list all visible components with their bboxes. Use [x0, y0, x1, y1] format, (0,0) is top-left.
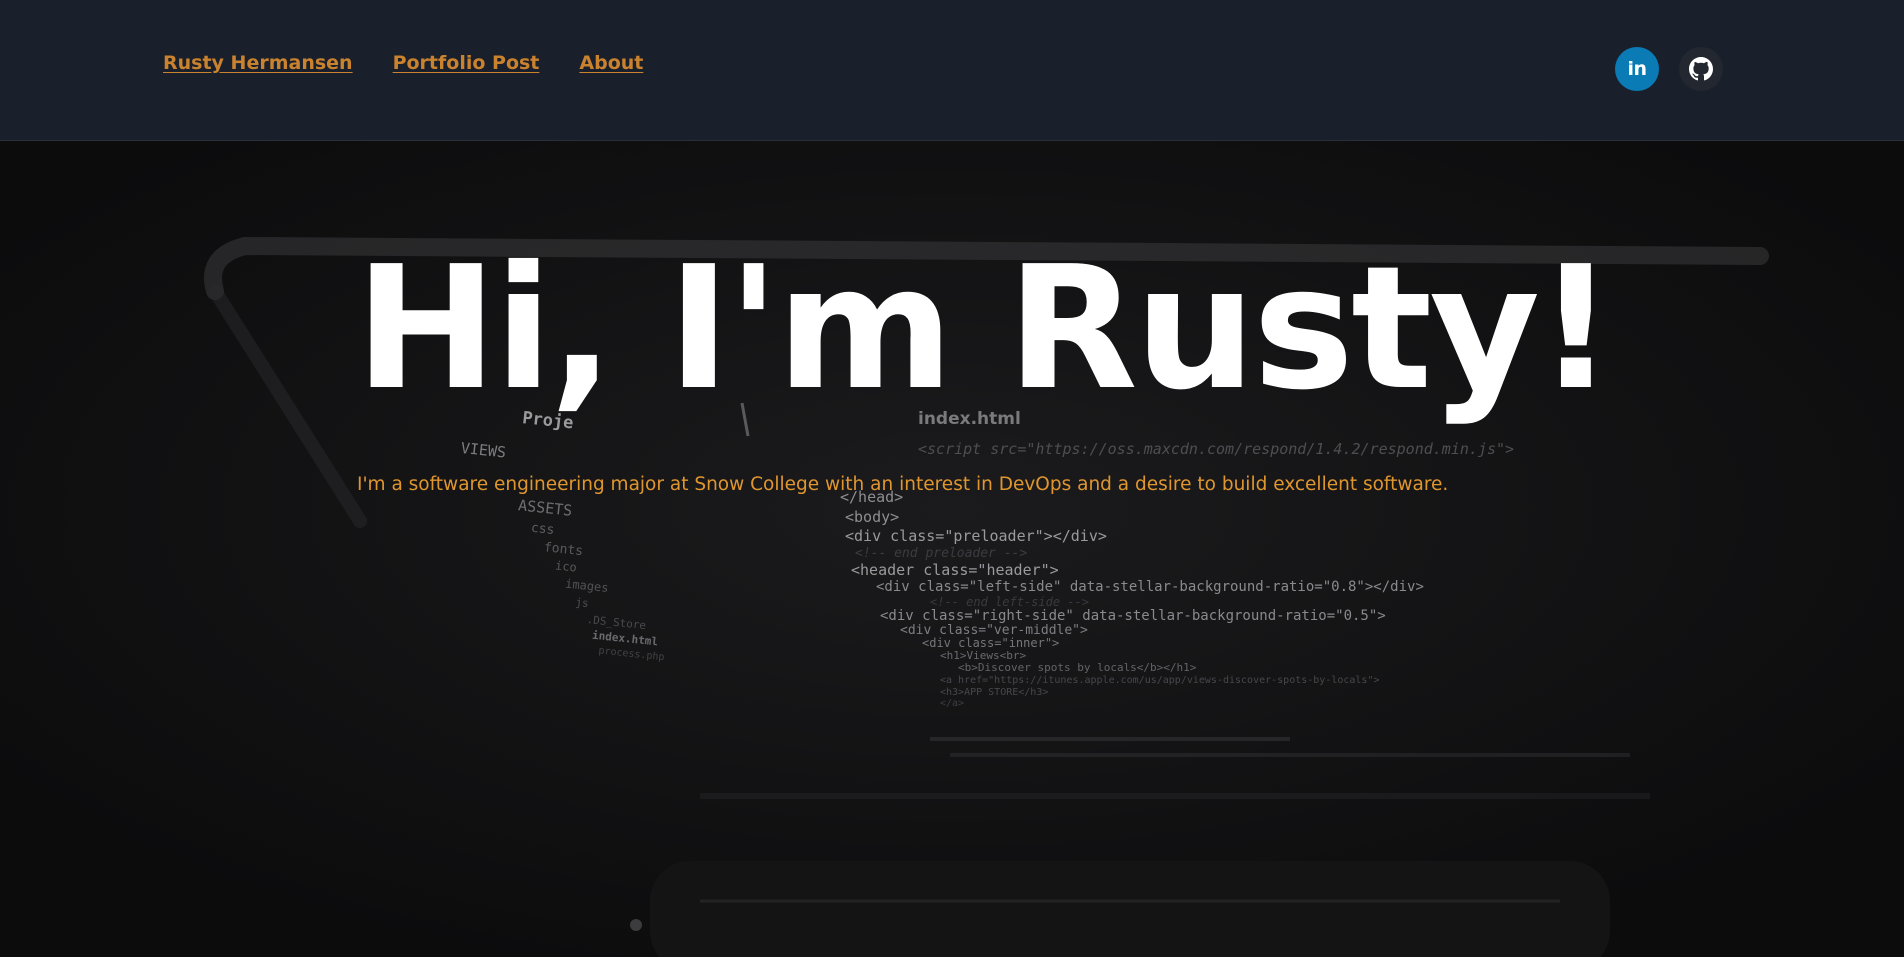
bg-code-line: <body>	[845, 508, 899, 526]
hero-title: Hi, I'm Rusty!	[355, 230, 1615, 428]
github-link[interactable]	[1679, 47, 1723, 91]
bg-code-line: <div class="right-side" data-stellar-bac…	[880, 608, 1386, 624]
bg-sidebar-ico: ico	[554, 558, 577, 574]
social-links: in	[1615, 47, 1723, 91]
hero-subtitle: I'm a software engineering major at Snow…	[357, 474, 1449, 495]
github-icon	[1689, 57, 1713, 81]
linkedin-icon: in	[1627, 58, 1647, 80]
bg-code-line: <div class="left-side" data-stellar-back…	[876, 579, 1424, 595]
top-navbar: Rusty Hermansen Portfolio Post About in	[0, 0, 1904, 141]
nav-link-about[interactable]: About	[579, 52, 643, 74]
bg-code-line: <div class="inner">	[922, 636, 1059, 650]
nav-link-home[interactable]: Rusty Hermansen	[163, 52, 353, 74]
linkedin-link[interactable]: in	[1615, 47, 1659, 91]
bg-code-line: <!-- end left-side -->	[930, 595, 1089, 609]
bg-code-line: <div class="preloader"></div>	[845, 527, 1107, 545]
bg-sidebar-js: js	[575, 596, 590, 610]
bg-code-line: <b>Discover spots by locals</b></h1>	[958, 661, 1197, 674]
bg-code-line: <h3>APP STORE</h3>	[940, 687, 1048, 698]
bg-code-line: <script src="https://oss.maxcdn.com/resp…	[918, 440, 1514, 458]
bg-sidebar-css: css	[530, 521, 555, 538]
nav-link-portfolio-post[interactable]: Portfolio Post	[393, 52, 540, 74]
bg-code-line: <!-- end preloader -->	[855, 546, 1027, 561]
bg-code-line: </a>	[940, 698, 964, 709]
bg-code-line: <a href="https://itunes.apple.com/us/app…	[940, 675, 1380, 686]
nav-links: Rusty Hermansen Portfolio Post About	[163, 52, 643, 74]
hero-section: Proje VIEWS ASSETS css fonts ico images …	[0, 141, 1904, 957]
bg-code-line: <header class="header">	[851, 561, 1059, 579]
